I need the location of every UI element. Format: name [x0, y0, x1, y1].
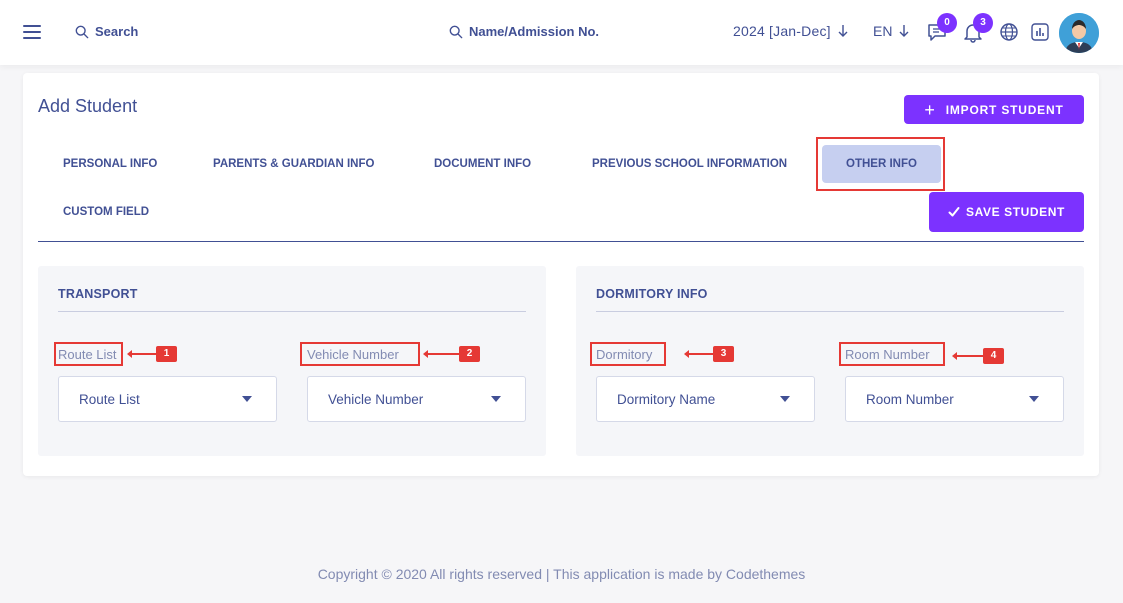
route-list-select[interactable]: Route List — [58, 376, 277, 422]
caret-down-icon — [780, 396, 790, 402]
language-select[interactable]: EN — [873, 23, 910, 39]
transport-rule — [58, 311, 526, 312]
dormitory-select[interactable]: Dormitory Name — [596, 376, 815, 422]
transport-panel: TRANSPORT Route List 1 Route List Vehicl… — [38, 266, 546, 456]
name-admission-search-input[interactable]: Name/Admission No. — [449, 24, 599, 39]
plus-icon: + — [924, 99, 936, 120]
top-navbar: Search Name/Admission No. 2024 [Jan-Dec]… — [0, 0, 1123, 65]
footer-copyright: Copyright © 2020 All rights reserved | T… — [317, 566, 806, 582]
callout-4-number: 4 — [983, 348, 1004, 364]
tab-parents-guardian-info[interactable]: PARENTS & GUARDIAN INFO — [213, 158, 374, 170]
transport-title: TRANSPORT — [58, 287, 138, 301]
import-student-label: IMPORT STUDENT — [945, 102, 1064, 117]
callout-1: 1 — [127, 346, 177, 362]
route-list-label: Route List — [58, 347, 117, 362]
messages-badge: 0 — [937, 13, 957, 33]
callout-1-number: 1 — [156, 346, 177, 362]
search-icon — [449, 25, 463, 38]
callout-2: 2 — [423, 346, 480, 362]
user-avatar-icon — [1059, 13, 1099, 53]
search-input[interactable]: Search — [75, 24, 138, 39]
notifications-badge: 3 — [973, 13, 993, 33]
arrow-down-icon — [838, 25, 848, 37]
bar-chart-icon — [1031, 23, 1049, 41]
active-tab-highlight — [816, 137, 945, 191]
search-icon — [75, 25, 89, 38]
dormitory-panel: DORMITORY INFO Dormitory 3 Dormitory Nam… — [576, 266, 1084, 456]
save-student-label: SAVE STUDENT — [966, 205, 1065, 219]
save-student-button[interactable]: SAVE STUDENT — [929, 192, 1084, 232]
dormitory-value: Dormitory Name — [617, 391, 716, 407]
menu-icon[interactable] — [23, 25, 41, 39]
add-student-card: Add Student + IMPORT STUDENT PERSONAL IN… — [23, 73, 1099, 476]
notifications-button[interactable]: 3 — [962, 13, 993, 43]
reports-button[interactable] — [1029, 21, 1051, 43]
language-globe-button[interactable] — [998, 21, 1020, 43]
user-avatar[interactable] — [1059, 13, 1099, 53]
check-icon — [948, 207, 960, 217]
tab-custom-field[interactable]: CUSTOM FIELD — [63, 206, 149, 218]
messages-button[interactable]: 0 — [926, 13, 957, 43]
tab-personal-info[interactable]: PERSONAL INFO — [63, 158, 157, 170]
vehicle-number-value: Vehicle Number — [328, 391, 424, 407]
search-label: Search — [95, 24, 139, 39]
dormitory-rule — [596, 311, 1064, 312]
route-list-value: Route List — [79, 391, 140, 407]
tab-previous-school-information[interactable]: PREVIOUS SCHOOL INFORMATION — [592, 158, 787, 170]
room-number-label: Room Number — [845, 347, 930, 362]
import-student-button[interactable]: + IMPORT STUDENT — [904, 95, 1084, 124]
academic-year-value: 2024 [Jan-Dec] — [733, 23, 831, 39]
room-number-value: Room Number — [866, 391, 954, 407]
callout-2-number: 2 — [459, 346, 480, 362]
page-title: Add Student — [38, 96, 138, 116]
vehicle-number-label: Vehicle Number — [307, 347, 399, 362]
name-search-label: Name/Admission No. — [469, 24, 600, 39]
tabs-divider — [38, 241, 1084, 242]
vehicle-number-select[interactable]: Vehicle Number — [307, 376, 526, 422]
callout-3: 3 — [684, 346, 734, 362]
dormitory-title: DORMITORY INFO — [596, 287, 708, 301]
caret-down-icon — [491, 396, 501, 402]
caret-down-icon — [242, 396, 252, 402]
callout-3-number: 3 — [713, 346, 734, 362]
caret-down-icon — [1029, 396, 1039, 402]
language-value: EN — [873, 23, 893, 39]
room-number-select[interactable]: Room Number — [845, 376, 1064, 422]
globe-icon — [1000, 23, 1018, 41]
tab-document-info[interactable]: DOCUMENT INFO — [434, 158, 531, 170]
callout-4: 4 — [952, 348, 1004, 364]
dormitory-label: Dormitory — [596, 347, 653, 362]
academic-year-select[interactable]: 2024 [Jan-Dec] — [733, 23, 849, 39]
arrow-down-icon — [899, 25, 909, 37]
